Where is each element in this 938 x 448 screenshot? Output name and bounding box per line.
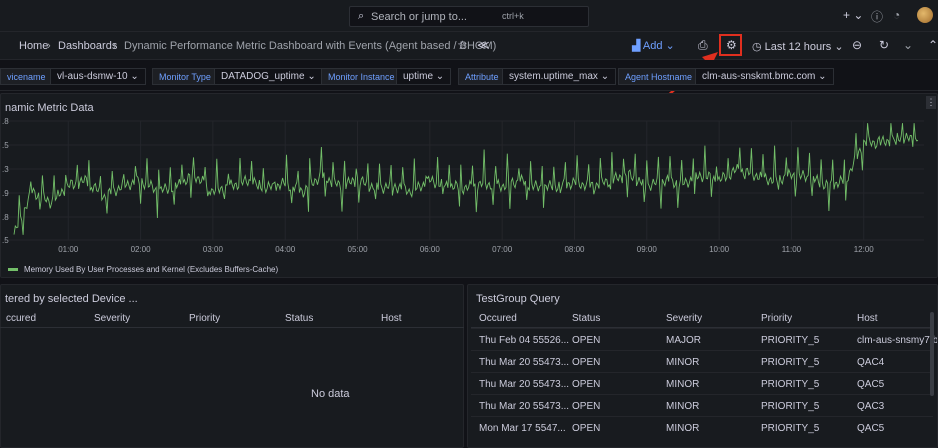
x-tick-label: 08:00 xyxy=(564,245,585,254)
legend-swatch xyxy=(8,267,18,271)
cell-severity: MINOR xyxy=(666,379,700,390)
cell-status: OPEN xyxy=(572,379,601,390)
y-tick-label: .5 xyxy=(2,236,9,245)
cell-priority: PRIORITY_5 xyxy=(761,335,820,346)
table-row[interactable]: Thu Mar 20 55473... OPEN MINOR PRIORITY_5 QA… xyxy=(471,394,933,416)
column-header-host[interactable]: Host xyxy=(381,313,402,324)
x-tick-label: 09:00 xyxy=(637,245,658,254)
x-tick-label: 07:00 xyxy=(492,245,513,254)
cell-occured: Thu Feb 04 55526... xyxy=(479,335,569,346)
header-divider xyxy=(0,327,464,328)
variable-label-monitor-type: Monitor Type xyxy=(152,68,218,85)
events-panel: tered by selected Device ... xyxy=(0,284,464,448)
column-header-priority[interactable]: Priority xyxy=(761,313,792,324)
metric-line-chart: .8 .5 .3 .9 .8 .5 01:00 02:00 03:00 04:00 05:00 06:… xyxy=(2,117,924,254)
cell-severity: MINOR xyxy=(666,357,700,368)
legend-label: Memory Used By User Processes and Kernel… xyxy=(24,265,279,274)
cell-severity: MAJOR xyxy=(666,335,701,346)
cell-host: QAC4 xyxy=(857,357,885,368)
cell-occured: Thu Mar 20 55473... xyxy=(479,379,569,390)
x-tick-label: 10:00 xyxy=(709,245,730,254)
cell-occured: Mon Mar 17 5547... xyxy=(479,423,566,434)
column-header-status[interactable]: Status xyxy=(572,313,600,324)
cell-priority: PRIORITY_5 xyxy=(761,401,820,412)
table-scrollbar[interactable] xyxy=(930,312,934,396)
column-header-severity[interactable]: Severity xyxy=(94,313,130,324)
cell-status: OPEN xyxy=(572,335,601,346)
x-tick-label: 01:00 xyxy=(58,245,79,254)
y-tick-label: .8 xyxy=(2,213,9,222)
x-tick-label: 04:00 xyxy=(275,245,296,254)
cell-status: OPEN xyxy=(572,423,601,434)
series-line xyxy=(13,123,919,235)
cell-host: QAC5 xyxy=(857,423,885,434)
x-tick-label: 05:00 xyxy=(348,245,369,254)
variable-select-monitor-type[interactable]: DATADOG_uptime ⌄ xyxy=(214,68,323,85)
variables-bar: vicename vl-aus-dsmw-10 ⌄ Monitor Type D… xyxy=(0,60,938,91)
column-header-host[interactable]: Host xyxy=(857,313,878,324)
cell-occured: Thu Mar 20 55473... xyxy=(479,357,569,368)
table-row[interactable]: Thu Feb 04 55526... OPEN MAJOR PRIORITY_5 cl… xyxy=(471,328,937,350)
chart-legend[interactable]: Memory Used By User Processes and Kernel… xyxy=(8,263,278,275)
no-data-message: No data xyxy=(311,388,350,400)
panel-title: tered by selected Device ... xyxy=(5,293,138,305)
cell-occured: Thu Mar 20 55473... xyxy=(479,401,569,412)
cell-host: clm-aus-snsmy7.b xyxy=(857,335,937,346)
cell-priority: PRIORITY_5 xyxy=(761,379,820,390)
cell-status: OPEN xyxy=(572,357,601,368)
y-tick-label: .3 xyxy=(2,165,9,174)
x-tick-label: 11:00 xyxy=(782,245,802,254)
panel-title: TestGroup Query xyxy=(476,293,560,305)
variable-label-attribute: Attribute xyxy=(458,68,506,85)
variable-select-device[interactable]: vl-aus-dsmw-10 ⌄ xyxy=(50,68,146,85)
variable-label-monitor-instance: Monitor Instance xyxy=(321,68,402,85)
variable-select-attribute[interactable]: system.uptime_max ⌄ xyxy=(502,68,617,85)
column-header-status[interactable]: Status xyxy=(285,313,313,324)
y-tick-label: .8 xyxy=(2,117,9,126)
y-tick-label: .5 xyxy=(2,141,9,150)
column-header-occured[interactable]: Occured xyxy=(479,313,517,324)
x-tick-label: 06:00 xyxy=(420,245,441,254)
table-row[interactable]: Mon Mar 17 5547... OPEN MINOR PRIORITY_5 QAC… xyxy=(471,416,933,438)
column-header-occured[interactable]: ccured xyxy=(6,313,36,324)
x-tick-label: 12:00 xyxy=(854,245,875,254)
x-tick-label: 02:00 xyxy=(131,245,152,254)
y-tick-label: .9 xyxy=(2,189,9,198)
cell-host: QAC5 xyxy=(857,379,885,390)
cell-severity: MINOR xyxy=(666,423,700,434)
table-row[interactable]: Thu Mar 20 55473... OPEN MINOR PRIORITY_5 QA… xyxy=(471,350,933,372)
x-tick-label: 03:00 xyxy=(203,245,224,254)
column-header-severity[interactable]: Severity xyxy=(666,313,702,324)
cell-severity: MINOR xyxy=(666,401,700,412)
variable-select-agent-hostname[interactable]: clm-aus-snskmt.bmc.com ⌄ xyxy=(695,68,834,85)
cell-status: OPEN xyxy=(572,401,601,412)
variable-select-monitor-instance[interactable]: uptime ⌄ xyxy=(396,68,452,85)
variable-label-agent-hostname: Agent Hostname xyxy=(618,68,700,85)
variable-label-device: vicename xyxy=(0,68,53,85)
cell-priority: PRIORITY_5 xyxy=(761,423,820,434)
table-row[interactable]: Thu Mar 20 55473... OPEN MINOR PRIORITY_5 QA… xyxy=(471,372,933,394)
cell-priority: PRIORITY_5 xyxy=(761,357,820,368)
cell-host: QAC3 xyxy=(857,401,885,412)
column-header-priority[interactable]: Priority xyxy=(189,313,220,324)
